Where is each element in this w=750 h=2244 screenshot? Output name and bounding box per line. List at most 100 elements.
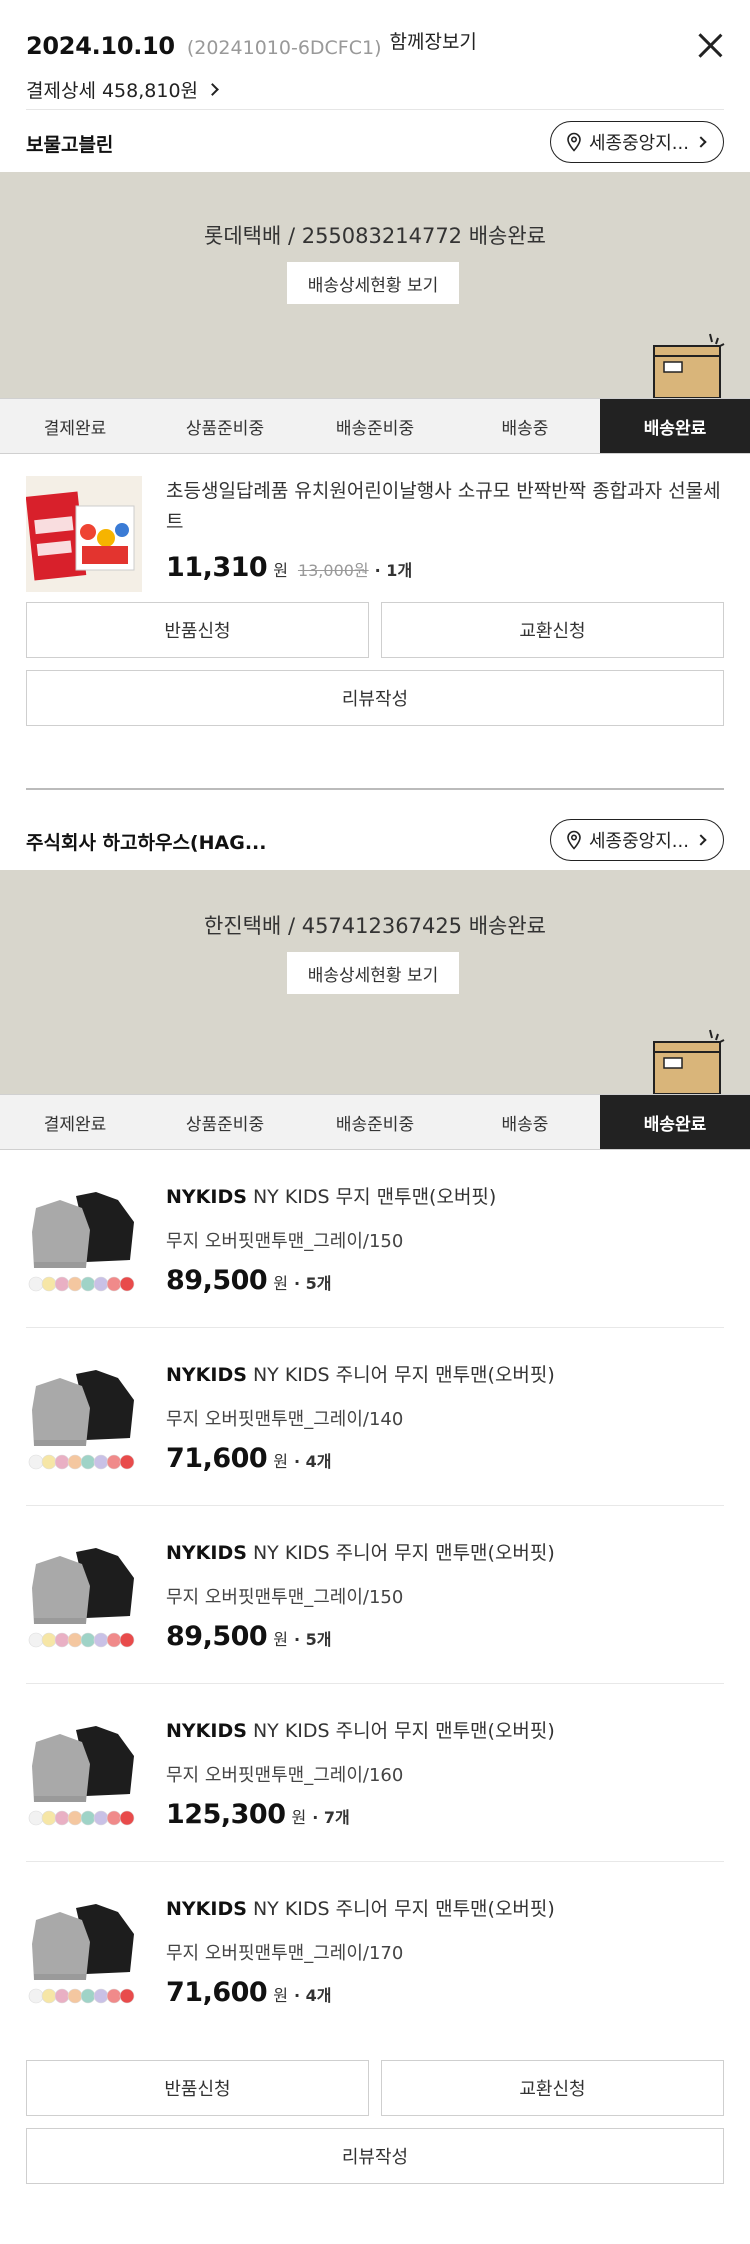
product-title: NYKIDS NY KIDS 주니어 무지 맨투맨(오버핏) (166, 1716, 724, 1747)
product-price: 11,310 (166, 552, 268, 583)
product-quantity: · 7개 (312, 1808, 350, 1827)
delivery-box-icon (653, 333, 725, 398)
product-brand: NYKIDS (166, 1898, 247, 1920)
step-paid: 결제완료 (43, 418, 107, 439)
product-option: 무지 오버핏맨투맨_그레이/150 (166, 1587, 404, 1608)
product-image (26, 1360, 142, 1476)
location-button[interactable]: 세종중앙지... (550, 819, 724, 861)
step-delivered: 배송완료 (600, 1095, 750, 1149)
payment-detail-label: 결제상세 458,810원 (26, 80, 199, 102)
location-button[interactable]: 세종중앙지... (550, 121, 724, 163)
product-quantity: · 5개 (293, 1630, 332, 1649)
order-title-row: 2024.10.10 (20241010-6DCFC1) 함께장보기 (26, 31, 477, 60)
shop-name: 보물고블린 (26, 134, 114, 156)
product-name: NY KIDS 주니어 무지 맨투맨(오버핏) (252, 1364, 555, 1386)
step-delivered: 배송완료 (600, 399, 750, 453)
product-quantity: · 4개 (293, 1452, 332, 1471)
action-button-row: 반품신청 교환신청 (26, 602, 724, 658)
shipping-banner: 한진택배 / 457412367425 배송완료 배송상세현황 보기 (0, 870, 750, 1094)
product-price: 71,600 (166, 1977, 268, 2008)
location-pin-icon (567, 132, 581, 152)
shipping-banner: 롯데택배 / 255083214772 배송완료 배송상세현황 보기 (0, 172, 750, 398)
order-code: (20241010-6DCFC1) (186, 37, 382, 59)
product-option: 무지 오버핏맨투맨_그레이/170 (166, 1943, 404, 1964)
product-image (26, 1538, 142, 1654)
return-request-button[interactable]: 반품신청 (26, 2060, 369, 2116)
product-image (26, 1716, 142, 1832)
product-title: NYKIDS NY KIDS 무지 맨투맨(오버핏) (166, 1182, 724, 1213)
close-icon[interactable] (696, 32, 724, 60)
step-preparing-shipping: 배송준비중 (335, 1114, 415, 1135)
product-brand: NYKIDS (166, 1186, 247, 1208)
item-info: NYKIDS NY KIDS 주니어 무지 맨투맨(오버핏) 무지 오버핏맨투맨_… (166, 1538, 724, 1652)
shipping-status-text: 롯데택배 / 255083214772 배송완료 (204, 224, 546, 248)
action-button-row: 반품신청 교환신청 (26, 2060, 724, 2116)
chevron-right-icon (695, 136, 707, 148)
return-request-button[interactable]: 반품신청 (26, 602, 369, 658)
product-brand: NYKIDS (166, 1364, 247, 1386)
step-preparing-shipping: 배송준비중 (335, 418, 415, 439)
product-quantity: · 4개 (293, 1986, 332, 2005)
item-info: NYKIDS NY KIDS 무지 맨투맨(오버핏) 무지 오버핏맨투맨_그레이/… (166, 1182, 724, 1296)
item-info: NYKIDS NY KIDS 주니어 무지 맨투맨(오버핏) 무지 오버핏맨투맨_… (166, 1716, 724, 1830)
original-price: 13,000원 (297, 561, 369, 580)
product-option: 무지 오버핏맨투맨_그레이/150 (166, 1231, 404, 1252)
shipping-detail-button[interactable]: 배송상세현황 보기 (287, 952, 459, 994)
chevron-right-icon (695, 834, 707, 846)
list-item[interactable]: NYKIDS NY KIDS 주니어 무지 맨투맨(오버핏) 무지 오버핏맨투맨_… (26, 1684, 724, 1862)
product-price: 89,500 (166, 1621, 268, 1652)
product-title: 초등생일답례품 유치원어린이날행사 소규모 반짝반짝 종합과자 선물세트 (166, 480, 721, 533)
price-row: 71,600 원 · 4개 (166, 1977, 724, 2008)
list-item[interactable]: 초등생일답례품 유치원어린이날행사 소규모 반짝반짝 종합과자 선물세트 11,… (26, 454, 724, 592)
payment-detail-link[interactable]: 결제상세 458,810원 (26, 76, 219, 103)
price-row: 125,300 원 · 7개 (166, 1799, 724, 1830)
currency-unit: 원 (273, 561, 288, 580)
price-row: 71,600 원 · 4개 (166, 1443, 724, 1474)
list-item[interactable]: NYKIDS NY KIDS 주니어 무지 맨투맨(오버핏) 무지 오버핏맨투맨_… (26, 1328, 724, 1506)
step-shipping: 배송중 (501, 1114, 549, 1135)
order-header: 2024.10.10 (20241010-6DCFC1) 함께장보기 결제상세 … (26, 0, 724, 110)
shop-together-link[interactable]: 함께장보기 (390, 27, 477, 54)
location-label: 세종중앙지... (589, 831, 689, 852)
product-name: NY KIDS 무지 맨투맨(오버핏) (252, 1186, 497, 1208)
currency-unit: 원 (291, 1808, 307, 1827)
step-shipping: 배송중 (501, 418, 549, 439)
item-info: NYKIDS NY KIDS 주니어 무지 맨투맨(오버핏) 무지 오버핏맨투맨_… (166, 1894, 724, 2008)
product-image (26, 1182, 142, 1298)
item-info: 초등생일답례품 유치원어린이날행사 소규모 반짝반짝 종합과자 선물세트 11,… (166, 476, 724, 583)
list-item[interactable]: NYKIDS NY KIDS 무지 맨투맨(오버핏) 무지 오버핏맨투맨_그레이/… (26, 1150, 724, 1328)
exchange-request-button[interactable]: 교환신청 (381, 2060, 724, 2116)
currency-unit: 원 (273, 1452, 288, 1471)
product-image (26, 476, 142, 592)
write-review-button[interactable]: 리뷰작성 (26, 2128, 724, 2184)
product-brand: NYKIDS (166, 1542, 247, 1564)
chevron-right-icon (206, 83, 219, 96)
product-option: 무지 오버핏맨투맨_그레이/140 (166, 1409, 404, 1430)
exchange-request-button[interactable]: 교환신청 (381, 602, 724, 658)
product-quantity: · 1개 (374, 561, 413, 580)
delivery-steps: 결제완료 상품준비중 배송준비중 배송중 배송완료 (0, 1094, 750, 1150)
price-row: 89,500 원 · 5개 (166, 1621, 724, 1652)
currency-unit: 원 (273, 1274, 288, 1293)
product-name: NY KIDS 주니어 무지 맨투맨(오버핏) (252, 1720, 555, 1742)
product-title: NYKIDS NY KIDS 주니어 무지 맨투맨(오버핏) (166, 1360, 724, 1391)
location-label: 세종중앙지... (589, 133, 689, 154)
write-review-button[interactable]: 리뷰작성 (26, 670, 724, 726)
product-quantity: · 5개 (293, 1274, 332, 1293)
step-preparing-goods: 상품준비중 (185, 1114, 265, 1135)
item-info: NYKIDS NY KIDS 주니어 무지 맨투맨(오버핏) 무지 오버핏맨투맨_… (166, 1360, 724, 1474)
product-price: 125,300 (166, 1799, 286, 1830)
currency-unit: 원 (273, 1986, 288, 2005)
product-name: NY KIDS 주니어 무지 맨투맨(오버핏) (252, 1898, 555, 1920)
product-option: 무지 오버핏맨투맨_그레이/160 (166, 1765, 404, 1786)
list-item[interactable]: NYKIDS NY KIDS 주니어 무지 맨투맨(오버핏) 무지 오버핏맨투맨_… (26, 1862, 724, 2040)
shop-row: 보물고블린 세종중앙지... (26, 110, 724, 172)
order-date: 2024.10.10 (26, 32, 175, 60)
list-item[interactable]: NYKIDS NY KIDS 주니어 무지 맨투맨(오버핏) 무지 오버핏맨투맨_… (26, 1506, 724, 1684)
step-paid: 결제완료 (43, 1114, 107, 1135)
shipping-status-text: 한진택배 / 457412367425 배송완료 (204, 914, 546, 938)
product-name: NY KIDS 주니어 무지 맨투맨(오버핏) (252, 1542, 555, 1564)
location-pin-icon (567, 830, 581, 850)
price-row: 11,310 원 13,000원 · 1개 (166, 552, 724, 583)
shipping-detail-button[interactable]: 배송상세현황 보기 (287, 262, 459, 304)
